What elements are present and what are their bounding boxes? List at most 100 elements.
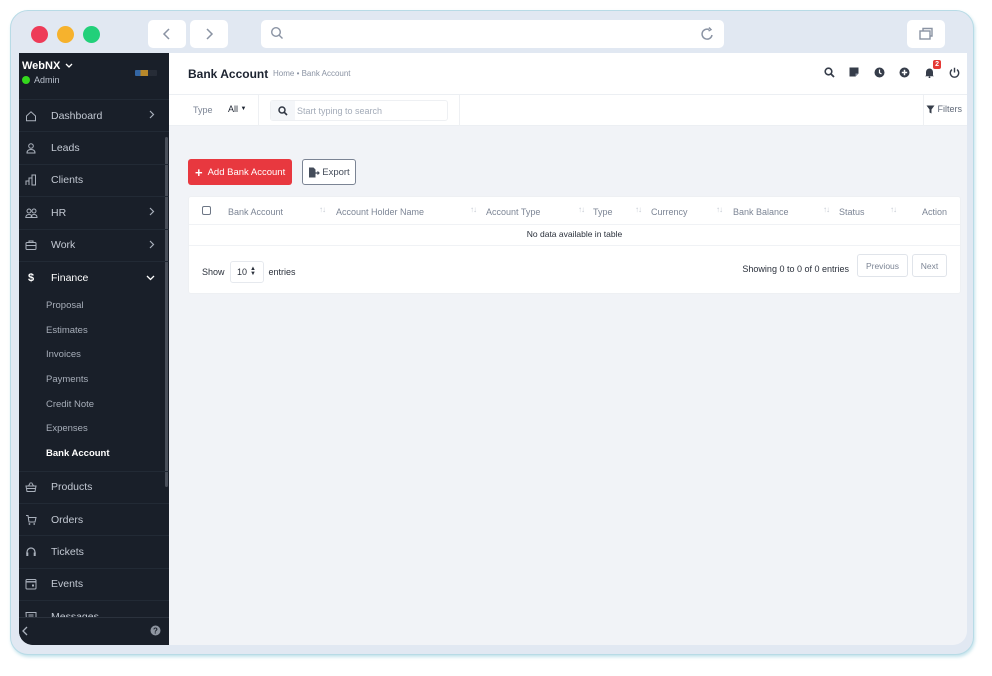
forward-button[interactable] bbox=[190, 20, 228, 48]
url-bar[interactable] bbox=[261, 20, 724, 48]
divider bbox=[923, 95, 924, 126]
column-header-account-holder-name[interactable]: Account Holder Name bbox=[336, 207, 424, 217]
breadcrumb[interactable]: Home • Bank Account bbox=[273, 69, 351, 78]
export-button[interactable]: Export bbox=[302, 159, 356, 185]
header-actions: 2 bbox=[822, 60, 961, 79]
notification-count-badge: 2 bbox=[933, 60, 941, 69]
sidebar-item-clients[interactable]: Clients bbox=[19, 163, 169, 196]
type-filter-select[interactable]: All ▼ bbox=[228, 104, 246, 114]
page-length-select[interactable]: 10 ▲ ▼ bbox=[229, 261, 264, 283]
column-header-currency[interactable]: Currency bbox=[651, 207, 688, 217]
next-page-button[interactable]: Next bbox=[912, 254, 947, 277]
sidebar-subitem-payments[interactable]: Payments bbox=[19, 367, 169, 392]
quick-add-button[interactable] bbox=[897, 65, 911, 79]
sort-icon[interactable]: ↑↓ bbox=[578, 205, 585, 214]
online-status-indicator bbox=[22, 76, 30, 84]
filters-button[interactable]: Filters bbox=[926, 104, 962, 114]
sidebar-item-label: Products bbox=[51, 481, 93, 494]
main-content: Bank Account Home • Bank Account 2 Type bbox=[169, 53, 967, 645]
search-input[interactable] bbox=[297, 103, 445, 118]
sidebar-header: WebNX Admin bbox=[19, 53, 169, 99]
type-filter-label: Type bbox=[193, 105, 213, 115]
column-header-account-type[interactable]: Account Type bbox=[486, 207, 540, 217]
chevron-right-icon bbox=[149, 207, 155, 219]
sidebar-item-label: Events bbox=[51, 578, 84, 591]
bank-accounts-table-card: Bank Account ↑↓ Account Holder Name ↑↓ A… bbox=[188, 196, 961, 294]
chevron-down-icon bbox=[146, 272, 155, 284]
maximize-window-button[interactable] bbox=[83, 26, 100, 43]
sidebar-item-label: Tickets bbox=[51, 545, 84, 558]
select-all-checkbox[interactable] bbox=[202, 206, 211, 215]
sidebar-item-dashboard[interactable]: Dashboard bbox=[19, 99, 169, 131]
sidebar-item-products[interactable]: Products bbox=[19, 470, 169, 503]
column-header-bank-balance[interactable]: Bank Balance bbox=[733, 207, 789, 217]
reload-icon[interactable] bbox=[701, 26, 715, 42]
building-icon bbox=[24, 173, 38, 187]
timer-button[interactable] bbox=[872, 65, 886, 79]
filter-bar: Type All ▼ Filters bbox=[169, 95, 967, 126]
sidebar-subitem-credit-note[interactable]: Credit Note bbox=[19, 392, 169, 417]
search-icon bbox=[823, 66, 835, 78]
sidebar-subitem-bank-account[interactable]: Bank Account bbox=[19, 441, 169, 466]
page-title: Bank Account bbox=[188, 67, 269, 81]
type-filter-value: All bbox=[228, 104, 239, 114]
collapse-sidebar-button[interactable] bbox=[22, 623, 28, 641]
sort-icon[interactable]: ↑↓ bbox=[823, 205, 830, 214]
previous-page-button[interactable]: Previous bbox=[857, 254, 908, 277]
sidebar-item-events[interactable]: Events bbox=[19, 567, 169, 600]
page-length-control: Show 10 ▲ ▼ entries bbox=[202, 261, 296, 283]
close-window-button[interactable] bbox=[31, 26, 48, 43]
headset-icon bbox=[24, 545, 38, 559]
divider bbox=[459, 95, 460, 126]
sidebar-item-label: Leads bbox=[51, 142, 80, 155]
logout-button[interactable] bbox=[947, 65, 961, 79]
minimize-window-button[interactable] bbox=[57, 26, 74, 43]
power-icon bbox=[949, 67, 959, 78]
sidebar-subitem-proposal[interactable]: Proposal bbox=[19, 293, 169, 318]
window-controls bbox=[31, 26, 100, 43]
sidebar-subitem-estimates[interactable]: Estimates bbox=[19, 318, 169, 343]
briefcase-icon bbox=[24, 238, 38, 252]
column-header-type[interactable]: Type bbox=[593, 207, 613, 217]
empty-table-message: No data available in table bbox=[189, 225, 960, 246]
help-button[interactable]: ? bbox=[150, 623, 161, 641]
sidebar-subitem-expenses[interactable]: Expenses bbox=[19, 416, 169, 441]
sidebar-item-label: HR bbox=[51, 206, 67, 219]
sidebar-item-hr[interactable]: HR bbox=[19, 196, 169, 228]
sidebar-item-label: Dashboard bbox=[51, 109, 103, 122]
plus-icon: + bbox=[195, 164, 203, 180]
sticky-notes-button[interactable] bbox=[847, 65, 861, 79]
sidebar-item-leads[interactable]: Leads bbox=[19, 131, 169, 163]
brand-name: WebNX bbox=[22, 60, 61, 72]
chevron-down-icon bbox=[65, 63, 73, 68]
notifications-button[interactable]: 2 bbox=[922, 60, 941, 79]
sidebar-item-orders[interactable]: Orders bbox=[19, 502, 169, 535]
sort-icon[interactable]: ↑↓ bbox=[890, 205, 897, 214]
search-button[interactable] bbox=[822, 65, 836, 79]
sidebar-item-finance[interactable]: $ Finance bbox=[19, 260, 169, 293]
help-icon: ? bbox=[150, 625, 161, 635]
sidebar-subitem-invoices[interactable]: Invoices bbox=[19, 343, 169, 368]
column-header-bank-account[interactable]: Bank Account bbox=[228, 207, 283, 217]
company-logo bbox=[135, 70, 157, 76]
sticky-note-icon bbox=[849, 67, 859, 77]
sort-icon[interactable]: ↑↓ bbox=[716, 205, 723, 214]
back-button[interactable] bbox=[148, 20, 186, 48]
chevron-right-icon bbox=[149, 240, 155, 252]
sort-icon[interactable]: ↑↓ bbox=[470, 205, 477, 214]
dollar-icon: $ bbox=[27, 271, 35, 284]
add-bank-account-button[interactable]: + Add Bank Account bbox=[188, 159, 293, 185]
search-field[interactable] bbox=[270, 100, 448, 121]
chevron-left-icon bbox=[22, 626, 28, 635]
sidebar-item-tickets[interactable]: Tickets bbox=[19, 535, 169, 567]
browser-window: WebNX Admin Dashboard Leads Clients HR W… bbox=[10, 10, 974, 655]
show-label: Show bbox=[202, 267, 225, 277]
tabs-button[interactable] bbox=[907, 20, 945, 48]
chevron-right-icon bbox=[206, 28, 214, 40]
sidebar-item-work[interactable]: Work bbox=[19, 228, 169, 261]
sort-icon[interactable]: ↑↓ bbox=[319, 205, 326, 214]
workspace-switcher[interactable]: WebNX bbox=[22, 60, 73, 72]
sidebar-item-label: Orders bbox=[51, 513, 84, 526]
column-header-status[interactable]: Status bbox=[839, 207, 865, 217]
sort-icon[interactable]: ↑↓ bbox=[635, 205, 642, 214]
